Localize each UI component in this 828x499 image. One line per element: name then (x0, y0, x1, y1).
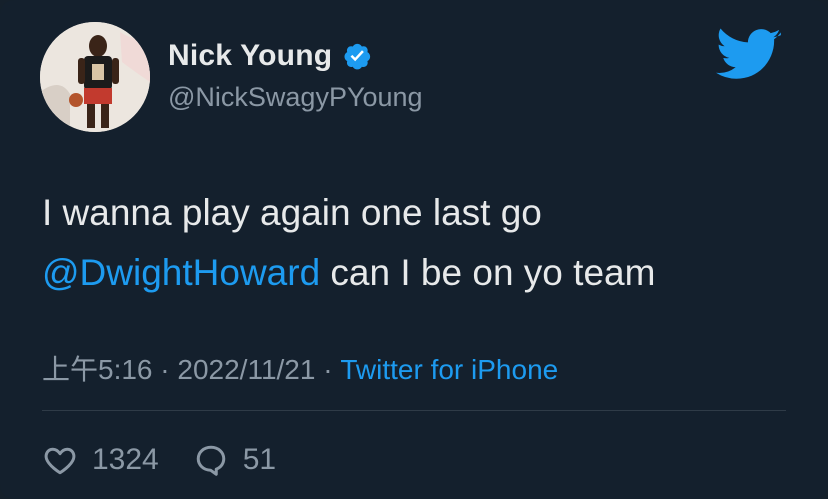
author-name-row: Nick Young (168, 36, 372, 76)
meta-separator: · (315, 354, 341, 385)
tweet-date[interactable]: 2022/11/21 (177, 354, 315, 385)
reply-icon[interactable] (193, 442, 229, 478)
avatar-photo (40, 22, 150, 132)
twitter-bird-icon[interactable] (716, 28, 782, 84)
divider (42, 410, 786, 411)
mention-link[interactable]: @DwightHoward (42, 252, 320, 293)
tweet-line-2: @DwightHoward can I be on yo team (42, 243, 802, 303)
meta-separator: · (152, 354, 178, 385)
author-display-name[interactable]: Nick Young (168, 39, 332, 73)
avatar[interactable] (40, 22, 150, 132)
tweet-source[interactable]: Twitter for iPhone (340, 354, 558, 385)
tweet-meta: 上午5:16 · 2022/11/21 · Twitter for iPhone (42, 348, 558, 388)
tweet-line-2-text: can I be on yo team (320, 252, 656, 293)
reply-count: 51 (242, 443, 277, 476)
reply-stat[interactable]: 51 (193, 442, 276, 478)
verified-badge-icon (344, 43, 371, 70)
heart-icon[interactable] (42, 442, 78, 478)
tweet-line-1: I wanna play again one last go (42, 192, 542, 233)
author-handle[interactable]: @NickSwagyPYoung (168, 82, 423, 113)
tweet-time[interactable]: 上午5:16 (42, 354, 153, 385)
engagement-stats: 1324 51 (42, 436, 310, 484)
like-stat[interactable]: 1324 (42, 442, 159, 478)
tweet-card: Nick Young @NickSwagyPYoung I wanna play… (0, 0, 828, 499)
tweet-text: I wanna play again one last go @DwightHo… (42, 183, 802, 303)
like-count: 1324 (92, 443, 159, 476)
